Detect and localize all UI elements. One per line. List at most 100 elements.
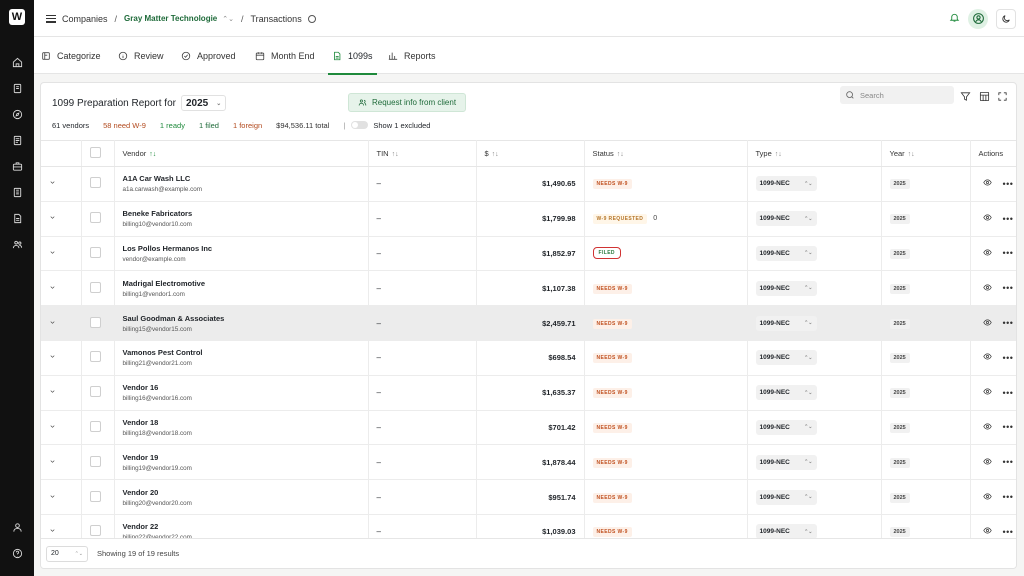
chevron-down-icon[interactable] [49,493,56,500]
ledger-icon[interactable] [9,132,25,148]
table-row[interactable]: Los Pollos Hermanos Inc vendor@example.c… [41,236,1016,272]
tab-review[interactable]: Review [118,37,164,74]
more-options-icon[interactable]: ••• [1003,179,1014,188]
chevron-down-icon[interactable] [49,353,56,360]
column-type[interactable]: Type ↑↓ [747,140,882,167]
more-options-icon[interactable]: ••• [1003,249,1014,258]
type-select[interactable]: 1099-NEC ⌃⌄ [755,245,817,261]
tab-month-end[interactable]: Month End [255,37,315,74]
chevron-down-icon[interactable] [49,388,56,395]
vendor-name[interactable]: Saul Goodman & Associates [123,314,368,323]
avatar[interactable] [968,8,988,29]
eye-icon[interactable] [982,492,992,503]
vendor-name[interactable]: Madrigal Electromotive [123,279,368,288]
chevron-down-icon[interactable] [49,214,56,221]
eye-icon[interactable] [982,248,992,259]
eye-icon[interactable] [982,318,992,329]
year-select[interactable]: 2025 ⌄ [180,95,227,111]
eye-icon[interactable] [982,457,992,468]
type-select[interactable]: 1099-NEC ⌃⌄ [755,385,817,401]
column-status[interactable]: Status ↑↓ [584,140,748,167]
page-size-select[interactable]: 20 ⌃⌄ [46,545,88,562]
table-row[interactable]: Vendor 19 billing19@vendor19.com – $1,87… [41,444,1016,481]
vendor-name[interactable]: Vendor 20 [123,488,368,497]
table-row[interactable]: Madrigal Electromotive billing1@vendor1.… [41,270,1016,307]
vendor-name[interactable]: A1A Car Wash LLC [123,174,368,183]
row-checkbox[interactable] [89,420,101,432]
row-checkbox[interactable] [89,246,101,258]
table-row[interactable]: Vendor 16 billing16@vendor16.com – $1,63… [41,375,1016,411]
type-select[interactable]: 1099-NEC ⌃⌄ [755,454,817,470]
stat-need-w9[interactable]: 58 need W-9 [103,121,146,130]
stat-ready[interactable]: 1 ready [160,121,185,130]
book-icon[interactable] [9,184,25,200]
vendor-name[interactable]: Beneke Fabricators [123,209,368,218]
eye-icon[interactable] [982,283,992,294]
fullscreen-icon[interactable] [996,90,1008,102]
more-options-icon[interactable]: ••• [1003,214,1014,223]
company-switch-icon[interactable]: ⌃⌄ [222,15,234,23]
chevron-down-icon[interactable] [49,249,56,256]
sort-icon[interactable]: ↑↓ [908,151,915,158]
menu-icon[interactable] [46,14,56,23]
type-select[interactable]: 1099-NEC ⌃⌄ [755,280,817,296]
more-options-icon[interactable]: ••• [1003,458,1014,467]
tab-1099s[interactable]: 1099s [328,37,377,75]
search-input[interactable] [860,90,950,100]
chevron-down-icon[interactable] [49,284,56,291]
document-icon[interactable] [9,210,25,226]
type-select[interactable]: 1099-NEC ⌃⌄ [755,315,817,331]
vendor-name[interactable]: Vamonos Pest Control [123,348,368,357]
vendor-name[interactable]: Vendor 16 [123,383,368,392]
more-options-icon[interactable]: ••• [1003,319,1014,328]
table-row[interactable]: A1A Car Wash LLC a1a.carwash@example.com… [41,166,1016,202]
vendor-name[interactable]: Vendor 18 [123,418,368,427]
stat-vendors[interactable]: 61 vendors [52,121,89,130]
row-checkbox[interactable] [89,386,101,398]
filter-icon[interactable] [959,90,971,102]
row-checkbox[interactable] [89,525,101,537]
more-options-icon[interactable]: ••• [1003,353,1014,362]
table-row[interactable]: Saul Goodman & Associates billing15@vend… [41,305,1016,341]
row-checkbox[interactable] [89,177,101,189]
eye-icon[interactable] [982,178,992,189]
type-select[interactable]: 1099-NEC ⌃⌄ [755,176,817,192]
vendor-name[interactable]: Vendor 22 [123,522,368,531]
select-all-checkbox[interactable] [89,147,101,158]
people-icon[interactable] [9,236,25,252]
row-checkbox[interactable] [89,351,101,363]
tab-reports[interactable]: Reports [388,37,436,74]
more-options-icon[interactable]: ••• [1003,493,1014,502]
show-excluded-toggle[interactable] [351,121,369,129]
stat-foreign[interactable]: 1 foreign [233,121,262,130]
eye-icon[interactable] [982,422,992,433]
help-icon[interactable] [9,545,25,561]
row-checkbox[interactable] [89,490,101,502]
eye-icon[interactable] [982,387,992,398]
settings-icon[interactable] [307,14,316,23]
vendor-name[interactable]: Vendor 19 [123,453,368,462]
stat-filed[interactable]: 1 filed [199,121,219,130]
briefcase-icon[interactable] [9,158,25,174]
vendor-name[interactable]: Los Pollos Hermanos Inc [123,244,368,253]
request-info-button[interactable]: Request info from client [348,93,467,112]
breadcrumb-company[interactable]: Gray Matter Technologie [124,14,217,23]
theme-toggle-button[interactable] [996,8,1016,29]
type-select[interactable]: 1099-NEC ⌃⌄ [755,489,817,505]
chevron-down-icon[interactable] [49,319,56,326]
more-options-icon[interactable]: ••• [1003,284,1014,293]
table-row[interactable]: Beneke Fabricators billing10@vendor10.co… [41,201,1016,237]
column-amount[interactable]: $ ↑↓ [476,140,585,167]
more-options-icon[interactable]: ••• [1003,527,1014,536]
chevron-down-icon[interactable] [49,423,56,430]
column-tin[interactable]: TIN ↑↓ [368,140,477,167]
receipt-icon[interactable] [9,80,25,96]
user-icon[interactable] [9,519,25,535]
type-select[interactable]: 1099-NEC ⌃⌄ [755,211,817,227]
row-checkbox[interactable] [89,281,101,293]
more-options-icon[interactable]: ••• [1003,423,1014,432]
eye-icon[interactable] [982,352,992,363]
compass-icon[interactable] [9,106,25,122]
chevron-down-icon[interactable] [49,527,56,534]
bell-icon[interactable] [949,12,960,25]
